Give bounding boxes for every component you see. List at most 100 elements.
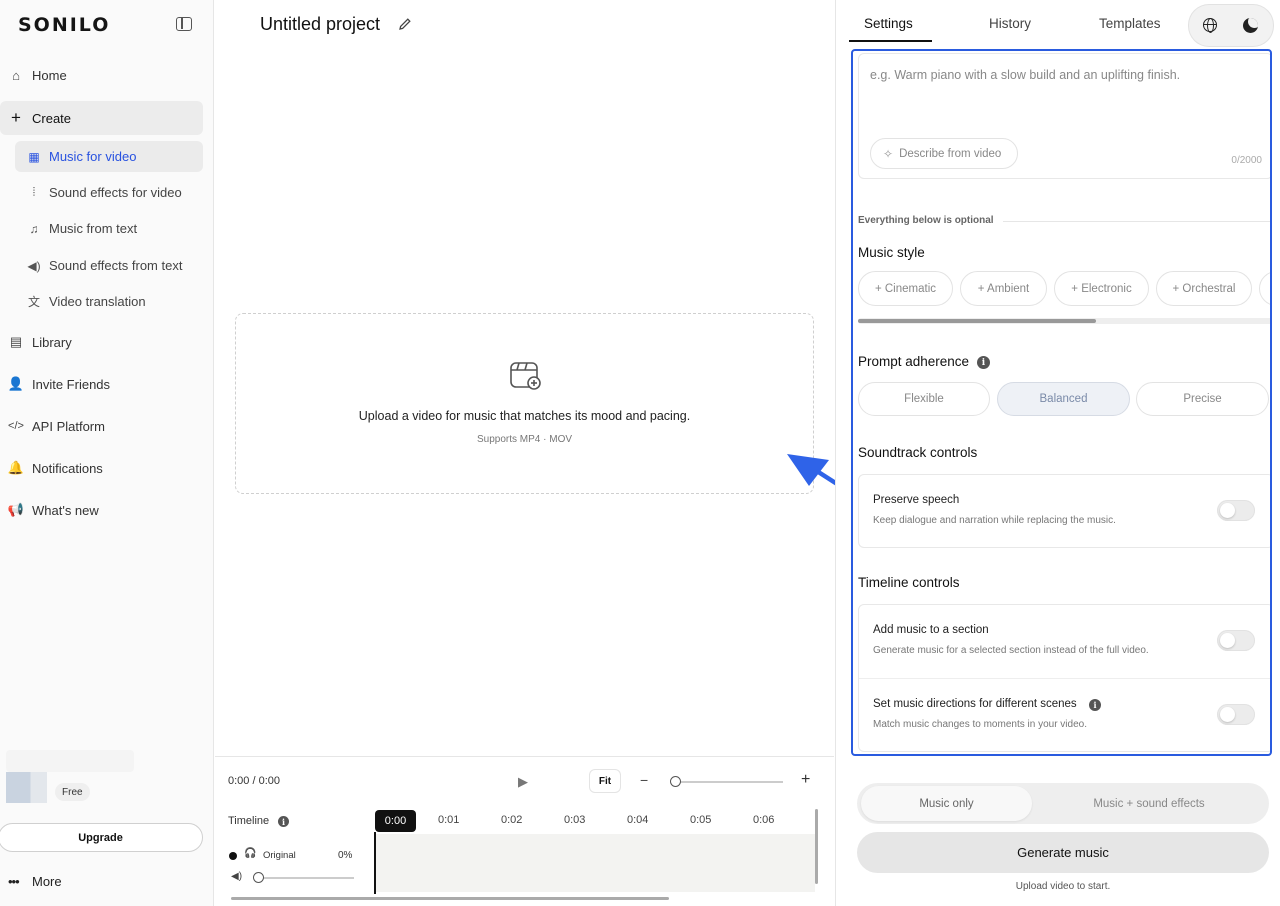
tab-history[interactable]: History — [989, 16, 1031, 31]
upload-instructions: Upload a video for music that matches it… — [358, 409, 691, 423]
music-style-title: Music style — [858, 245, 925, 260]
sidebar-item-label: Video translation — [49, 294, 146, 309]
video-upload-dropzone[interactable]: Upload a video for music that matches it… — [235, 313, 814, 494]
zoom-in-icon[interactable]: + — [801, 771, 810, 789]
info-icon[interactable]: i — [278, 816, 289, 827]
headphones-icon[interactable]: 🎧 — [244, 848, 256, 859]
sidebar-item-api-platform[interactable]: </> API Platform — [0, 409, 203, 443]
chip-scrollbar[interactable] — [858, 318, 1270, 324]
plus-icon: + — [11, 108, 21, 127]
volume-icon[interactable]: ◀) — [231, 871, 242, 882]
sidebar-item-home[interactable]: ⌂ Home — [0, 58, 203, 92]
scene-directions-title: Set music directions for different scene… — [873, 698, 1077, 710]
char-count: 0/2000 — [1231, 155, 1262, 166]
sidebar-item-label: Sound effects from text — [49, 258, 183, 273]
scene-directions-toggle[interactable] — [1217, 704, 1255, 725]
adherence-flexible[interactable]: Flexible — [858, 382, 990, 416]
preserve-speech-toggle[interactable] — [1217, 500, 1255, 521]
generate-music-button[interactable]: Generate music — [857, 832, 1269, 873]
fit-button[interactable]: Fit — [590, 770, 620, 792]
sidebar-item-notifications[interactable]: 🔔 Notifications — [0, 451, 203, 485]
sidebar-item-label: Create — [32, 110, 72, 126]
prompt-adherence-title: Prompt adherence — [858, 354, 970, 369]
bell-icon: 🔔 — [7, 460, 25, 475]
play-icon[interactable]: ▶ — [518, 774, 532, 790]
code-icon: </> — [8, 420, 24, 432]
user-plus-icon: 👤 — [7, 376, 25, 391]
timeline-label: Timeline — [228, 815, 270, 827]
prompt-input[interactable]: e.g. Warm piano with a slow build and an… — [858, 53, 1270, 179]
info-icon[interactable]: i — [1089, 699, 1101, 711]
sidebar-item-whats-new[interactable]: 📢 What's new — [0, 493, 203, 527]
preserve-speech-desc: Keep dialogue and narration while replac… — [873, 515, 1116, 526]
avatar[interactable] — [6, 772, 47, 803]
add-music-section-toggle[interactable] — [1217, 630, 1255, 651]
soundtrack-controls-title: Soundtrack controls — [858, 445, 978, 460]
translate-icon: 文 — [27, 295, 40, 309]
time-readout: 0:00 / 0:00 — [228, 775, 280, 787]
describe-from-video-button[interactable]: ✧ Describe from video — [870, 138, 1018, 169]
chip-scrollbar-thumb[interactable] — [858, 319, 1096, 323]
timeline-tick: 0:01 — [438, 814, 460, 826]
sidebar-item-library[interactable]: ▤ Library — [0, 325, 203, 359]
tab-templates[interactable]: Templates — [1099, 16, 1161, 31]
info-icon[interactable]: i — [977, 356, 990, 369]
project-title[interactable]: Untitled project — [260, 14, 380, 35]
mode-music-only[interactable]: Music only — [861, 786, 1032, 821]
plan-badge: Free — [55, 783, 90, 801]
volume-slider-thumb[interactable] — [253, 872, 264, 883]
sidebar-item-create[interactable]: + Create — [0, 101, 203, 135]
track-volume-percent: 0% — [338, 850, 353, 861]
style-chip-orchestral[interactable]: + Orchestral — [1156, 271, 1252, 306]
style-chip-cinematic[interactable]: + Cinematic — [858, 271, 953, 306]
style-chip-overflow[interactable] — [1259, 271, 1270, 306]
timeline-ruler[interactable]: 0:00 0:01 0:02 0:03 0:04 0:05 0:06 — [375, 810, 815, 832]
video-upload-icon — [509, 359, 541, 391]
timeline-track-area[interactable] — [375, 834, 815, 892]
sidebar-item-more[interactable]: ••• More — [8, 870, 62, 892]
main-workspace: Untitled project Upload a video for musi… — [215, 0, 940, 906]
timeline-tick: 0:05 — [690, 814, 712, 826]
sidebar-item-music-from-text[interactable]: ♫ Music from text — [15, 213, 203, 244]
logo: SONILO — [18, 14, 111, 36]
ellipsis-icon: ••• — [8, 873, 20, 889]
pencil-icon[interactable] — [398, 17, 412, 31]
book-icon: ▤ — [9, 334, 23, 349]
film-icon: ▦ — [28, 149, 40, 164]
tab-settings[interactable]: Settings — [864, 16, 913, 31]
sidebar-item-video-translation[interactable]: 文 Video translation — [15, 286, 203, 317]
vertical-scrollbar[interactable] — [815, 809, 818, 884]
adherence-precise[interactable]: Precise — [1136, 382, 1269, 416]
horizontal-scrollbar[interactable] — [231, 897, 669, 900]
sidebar-item-label: Library — [32, 334, 72, 350]
zoom-out-icon[interactable]: − — [640, 772, 648, 788]
globe-icon[interactable] — [1203, 18, 1217, 33]
volume-slider[interactable] — [256, 877, 354, 879]
sidebar-item-label: Sound effects for video — [49, 185, 182, 200]
timeline-tick: 0:03 — [564, 814, 586, 826]
sidebar-toggle-icon[interactable] — [176, 17, 192, 31]
timeline-tick: 0:02 — [501, 814, 523, 826]
upgrade-button[interactable]: Upgrade — [0, 823, 203, 852]
playhead[interactable] — [374, 832, 376, 894]
style-chip-ambient[interactable]: + Ambient — [960, 271, 1047, 306]
zoom-slider-thumb[interactable] — [670, 776, 681, 787]
zoom-slider[interactable] — [673, 781, 783, 783]
preserve-speech-title: Preserve speech — [873, 494, 960, 506]
settings-form: e.g. Warm piano with a slow build and an… — [851, 49, 1272, 756]
mode-music-sound-effects[interactable]: Music + sound effects — [1047, 786, 1251, 821]
sidebar: SONILO ⌂ Home + Create ▦ Music for video… — [0, 0, 214, 906]
optional-section-label: Everything below is optional — [858, 215, 994, 226]
home-icon: ⌂ — [12, 67, 20, 83]
moon-icon[interactable] — [1243, 18, 1258, 33]
sidebar-item-invite-friends[interactable]: 👤 Invite Friends — [0, 367, 203, 401]
sidebar-item-sound-effects-for-video[interactable]: ⦙ Sound effects for video — [15, 177, 203, 208]
timeline-controls-title: Timeline controls — [858, 575, 960, 590]
sidebar-item-label: Music from text — [49, 221, 138, 236]
sidebar-item-music-for-video[interactable]: ▦ Music for video — [15, 141, 203, 172]
sidebar-item-sound-effects-from-text[interactable]: ◀) Sound effects from text — [15, 250, 203, 281]
megaphone-icon: 📢 — [7, 502, 25, 517]
adherence-balanced[interactable]: Balanced — [997, 382, 1130, 416]
style-chip-electronic[interactable]: + Electronic — [1054, 271, 1149, 306]
add-music-section-title: Add music to a section — [873, 624, 989, 636]
